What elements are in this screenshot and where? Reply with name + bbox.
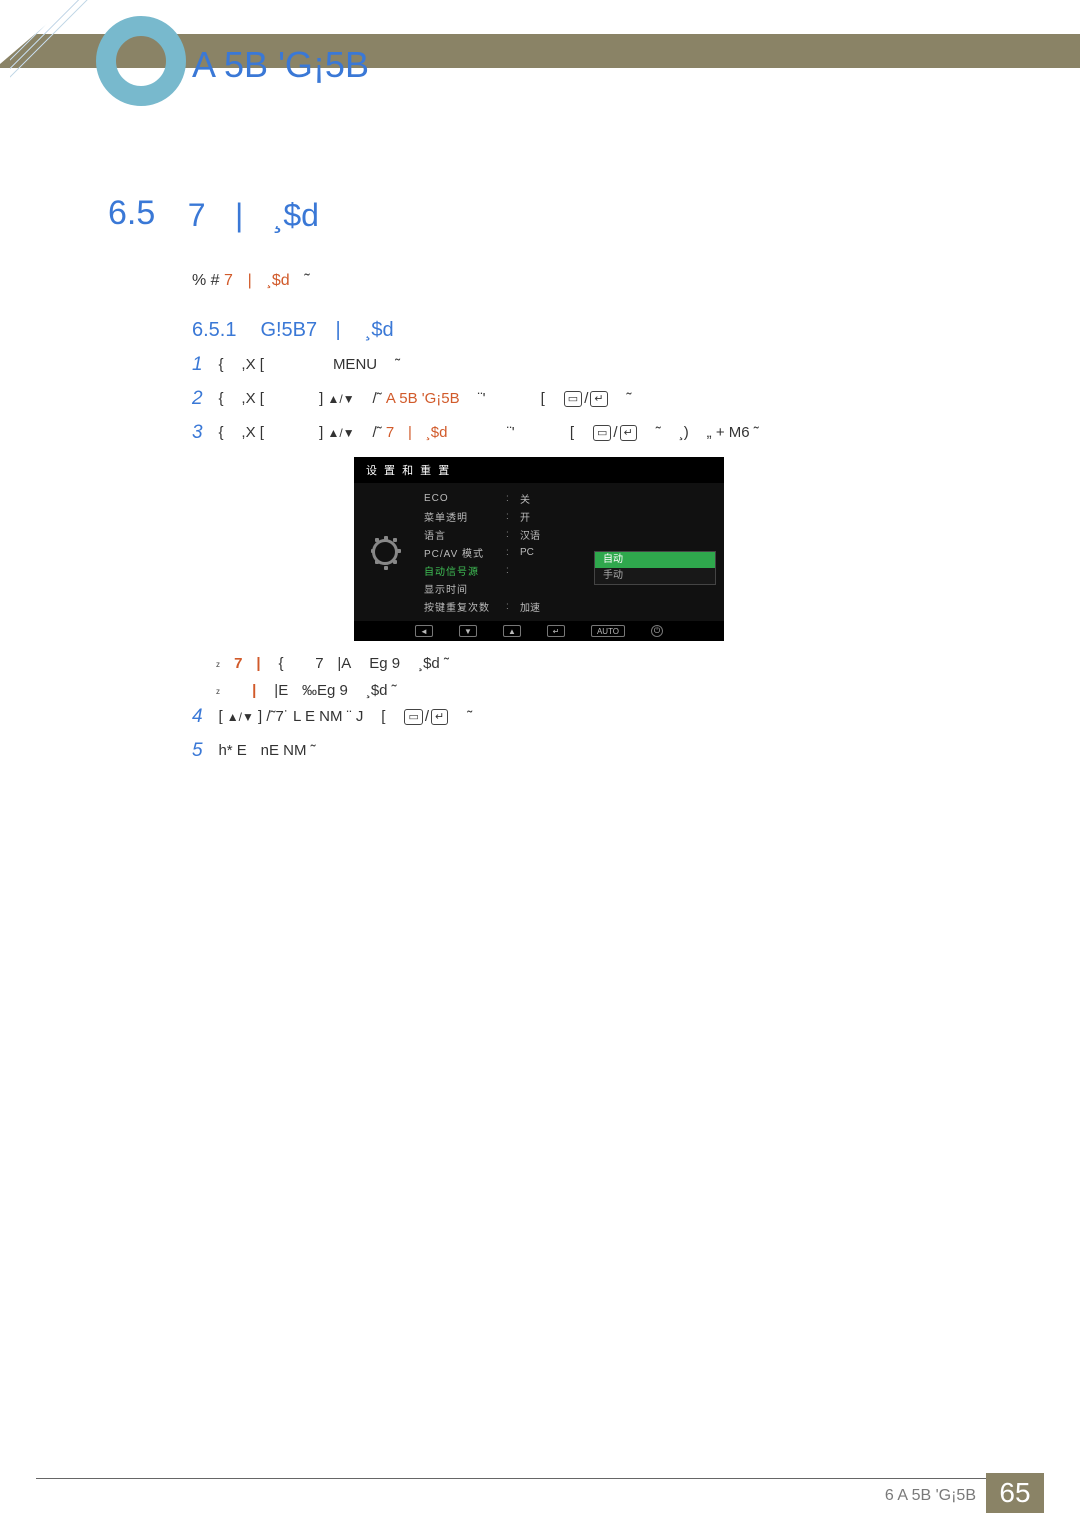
auto-button-icon: AUTO: [591, 625, 625, 637]
osd-row: 菜单透明:开: [416, 507, 724, 525]
up-down-arrows-icon: ▲/▼: [327, 392, 354, 406]
steps-list-cont: 4 [ ▲/▼ ] /˜7˙ L E NM ¨ J ﾠ[ﾠ ▭/↵ ﾠ˜ 5 h…: [192, 705, 472, 773]
page-number: 65: [986, 1473, 1044, 1513]
step-4: 4 [ ▲/▼ ] /˜7˙ L E NM ¨ J ﾠ[ﾠ ▭/↵ ﾠ˜: [192, 705, 472, 729]
enter-icon: ↵: [590, 391, 607, 407]
chapter-circle-icon: [96, 16, 186, 106]
osd-row: 语言:汉语: [416, 525, 724, 543]
step-3: 3 {ﾠ ,X [ﾠﾠﾠﾠ] ▲/▼ ﾠ/˜ 7ﾠ|ﾠ¸$dﾠﾠﾠﾠ ¨'ﾠﾠﾠ…: [192, 421, 952, 445]
left-icon: ◄: [415, 625, 433, 637]
steps-list: 1 {ﾠ ,X [ﾠﾠﾠﾠﾠMENU ﾠ˜ 2 {ﾠ ,X [ﾠﾠﾠﾠ] ▲/▼…: [192, 353, 952, 455]
osd-dropdown: 自动 手动: [594, 551, 716, 585]
step-1: 1 {ﾠ ,X [ﾠﾠﾠﾠﾠMENU ﾠ˜: [192, 353, 952, 377]
step-2: 2 {ﾠ ,X [ﾠﾠﾠﾠ] ▲/▼ ﾠ/˜ A 5B 'G¡5Bﾠ ¨'ﾠﾠﾠ…: [192, 387, 952, 411]
step-5: 5 h* EﾠnE NM ˜: [192, 739, 472, 763]
up-down-arrows-icon: ▲/▼: [327, 426, 354, 440]
enter-icon: ↵: [547, 625, 565, 637]
section-title: 7ﾠ|ﾠ¸$d: [188, 190, 319, 236]
power-icon: ⏻: [651, 625, 663, 637]
osd-title: 设 置 和 重 置: [354, 457, 724, 483]
enter-icon: ↵: [431, 709, 448, 725]
bullet-row: z 7ﾠ|ﾠ {ﾠﾠ 7ﾠ|Aﾠ Eg 9ﾠ ¸$d ˜: [216, 652, 449, 673]
enter-icon: ↵: [620, 425, 637, 441]
option-bullets: z 7ﾠ|ﾠ {ﾠﾠ 7ﾠ|Aﾠ Eg 9ﾠ ¸$d ˜ z ﾠ |ﾠ |Eﾠ‰…: [216, 652, 449, 706]
osd-row: ECO:关: [416, 489, 724, 507]
up-icon: ▲: [503, 625, 521, 637]
down-icon: ▼: [459, 625, 477, 637]
footer-chapter: 6 A 5B 'G¡5B: [885, 1487, 976, 1505]
up-down-arrows-icon: ▲/▼: [227, 710, 254, 724]
footer-divider: [36, 1478, 1044, 1479]
gear-icon: [372, 539, 398, 565]
section-number: 6.5: [108, 194, 155, 233]
osd-row: 按键重复次数:加速: [416, 597, 724, 615]
subsection-heading: 6.5.1ﾠ G!5B7ﾠ|ﾠ ¸$d: [192, 313, 394, 342]
intro-line: % # 7ﾠ|ﾠ¸$dﾠ˜: [192, 266, 310, 290]
section-heading: 6.5 7ﾠ|ﾠ¸$d: [108, 190, 319, 236]
bullet-row: z ﾠ |ﾠ |Eﾠ‰Eg 9ﾠ ¸$d ˜: [216, 679, 449, 700]
screen-icon: ▭: [593, 425, 611, 441]
screen-icon: ▭: [404, 709, 422, 725]
screen-icon: ▭: [564, 391, 582, 407]
osd-footer: ◄ ▼ ▲ ↵ AUTO ⏻: [354, 621, 724, 641]
page-title: A 5B 'G¡5B: [192, 44, 369, 86]
osd-screenshot: 设 置 和 重 置 ECO:关 菜单透明:开 语言:汉语 PC/AV 模式:PC…: [354, 457, 724, 637]
